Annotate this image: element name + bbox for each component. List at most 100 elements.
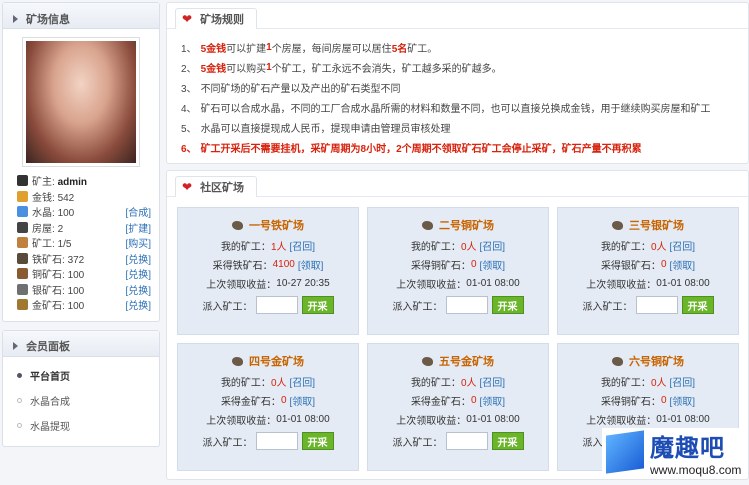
stat-action-link[interactable]: [兑换] <box>125 282 151 297</box>
recall-link[interactable]: [召回] <box>290 374 316 389</box>
menu-item-label: 水晶提现 <box>30 421 70 433</box>
ore-label: 采得银矿石： <box>600 261 661 272</box>
mine-title: 三号银矿场 <box>558 214 738 236</box>
claim-link[interactable]: [领取] <box>480 257 506 272</box>
last-claim-time: 01-01 08:00 <box>466 278 520 289</box>
send-label: 派入矿工： <box>202 301 253 313</box>
send-row: 派入矿工： 开采 <box>178 429 358 453</box>
ore-row: 采得铜矿石： 0 [领取] <box>558 391 738 410</box>
mine-name: 三号银矿场 <box>629 220 684 232</box>
start-mining-button[interactable]: 开采 <box>491 432 524 450</box>
rule-number: 2、 <box>181 63 197 75</box>
my-miners-count: 0人 <box>460 242 477 253</box>
stat-action-link[interactable]: [兑换] <box>125 297 151 312</box>
send-row: 派入矿工： 开采 <box>368 293 548 317</box>
stat-value: 铜矿石: 100 <box>32 270 85 282</box>
ore-row: 采得银矿石： 0 [领取] <box>558 255 738 274</box>
claim-link[interactable]: [领取] <box>480 393 506 408</box>
claim-link[interactable]: [领取] <box>670 393 696 408</box>
send-miners-input[interactable] <box>635 296 678 314</box>
send-row: 派入矿工： 开采 <box>178 293 358 317</box>
send-label: 派入矿工： <box>202 437 253 449</box>
stat-action-link[interactable]: [兑换] <box>125 251 151 266</box>
menu-item[interactable]: 水晶合成 <box>17 388 159 413</box>
my-miners-row: 我的矿工： 0人 [召回] <box>558 236 738 255</box>
recall-link[interactable]: [召回] <box>480 238 506 253</box>
send-miners-input[interactable] <box>255 296 298 314</box>
my-miners-count: 0人 <box>650 378 667 389</box>
member-panel: 会员面板 平台首页 水晶合成 水晶提现 <box>2 329 160 447</box>
stat-value: 矿主: admin <box>32 177 88 189</box>
menu-item[interactable]: 平台首页 <box>17 363 159 388</box>
mines-tab: ❤ 社区矿场 <box>175 175 258 197</box>
send-miners-input[interactable] <box>255 432 298 450</box>
my-miners-count: 1人 <box>270 242 287 253</box>
house-icon <box>17 221 28 233</box>
menu-item[interactable]: 水晶提现 <box>17 413 159 438</box>
arrow-right-icon <box>13 342 18 350</box>
recall-link[interactable]: [召回] <box>480 374 506 389</box>
rule-text: 矿工。 <box>407 43 438 55</box>
ore-icon <box>422 220 433 230</box>
mine-card: 三号银矿场我的矿工： 0人 [召回] 采得银矿石： 0 [领取] 上次领取收益： 01-01 … <box>557 207 739 335</box>
last-claim-row: 上次领取收益： 01-01 08:00 <box>368 410 548 429</box>
rules-header: ❤ 矿场规则 <box>167 3 748 29</box>
rule-number: 3、 <box>181 83 197 95</box>
stat-row: 矿工: 1/5 [购买] <box>17 235 151 251</box>
rules-tab: ❤ 矿场规则 <box>175 7 258 29</box>
stat-row: 水晶: 100 [合成] <box>17 204 151 220</box>
start-mining-button[interactable]: 开采 <box>681 296 714 314</box>
stat-row: 金矿石: 100 [兑换] <box>17 297 151 313</box>
cube-logo-icon <box>606 430 644 474</box>
claim-link[interactable]: [领取] <box>670 257 696 272</box>
watermark-logo: 魔趣吧 www.moqu8.com <box>602 428 742 477</box>
money-icon <box>17 190 28 202</box>
rule-text: 个矿工，矿工永远不会消失，矿工越多采的矿越多。 <box>271 63 502 75</box>
stat-action-link[interactable]: [购买] <box>125 235 151 250</box>
send-miners-input[interactable] <box>445 296 488 314</box>
main-content: ❤ 矿场规则 1、 5金钱 可以扩建 1 个房屋，每间房屋可以居住 5名 矿工。 2、 5金钱 可以… <box>166 2 749 480</box>
my-miners-label: 我的矿工： <box>220 378 271 389</box>
recall-link[interactable]: [召回] <box>290 238 316 253</box>
start-mining-button[interactable]: 开采 <box>301 432 334 450</box>
user-icon <box>17 175 28 187</box>
mines-header: ❤ 社区矿场 <box>167 171 748 197</box>
stat-action-link[interactable]: [合成] <box>125 204 151 219</box>
claim-link[interactable]: [领取] <box>290 393 316 408</box>
start-mining-button[interactable]: 开采 <box>301 296 334 314</box>
menu-item-label: 水晶合成 <box>30 396 70 408</box>
claim-link[interactable]: [领取] <box>298 257 324 272</box>
mine-card: 五号金矿场 我的矿工： 0人 [召回] 采得金矿石： 0 [领取] 上次领取收益： 01-01 … <box>367 343 549 471</box>
iron-ore-icon <box>17 252 28 264</box>
ore-value: 4100 <box>272 259 295 270</box>
last-claim-label: 上次领取收益： <box>396 280 467 291</box>
last-claim-row: 上次领取收益： 01-01 08:00 <box>558 274 738 293</box>
arrow-right-icon <box>13 14 18 23</box>
mines-title: 社区矿场 <box>200 181 245 194</box>
mine-title: 二号铜矿场 <box>368 214 548 236</box>
stat-action-link[interactable]: [兑换] <box>125 266 151 281</box>
recall-link[interactable]: [召回] <box>670 238 696 253</box>
last-claim-row: 上次领取收益： 01-01 08:00 <box>368 274 548 293</box>
mine-name: 四号金矿场 <box>249 356 304 368</box>
ore-row: 采得铁矿石： 4100 [领取] <box>178 255 358 274</box>
recall-link[interactable]: [召回] <box>670 374 696 389</box>
my-miners-label: 我的矿工： <box>410 242 461 253</box>
stat-value: 房屋: 2 <box>32 223 64 235</box>
avatar-image <box>26 41 136 163</box>
rule-item: 5、 水晶可以直接提现成人民币，提现申请由管理员审核处理 <box>181 117 748 137</box>
mine-name: 一号铁矿场 <box>249 220 304 232</box>
mine-title: 五号金矿场 <box>368 350 548 372</box>
ore-label: 采得铁矿石： <box>212 261 273 272</box>
start-mining-button[interactable]: 开采 <box>491 296 524 314</box>
last-claim-row: 上次领取收益： 01-01 08:00 <box>558 410 738 429</box>
last-claim-label: 上次领取收益： <box>206 416 277 427</box>
stat-action-link[interactable]: [扩建] <box>125 220 151 235</box>
send-row: 派入矿工： 开采 <box>368 429 548 453</box>
last-claim-row: 上次领取收益： 01-01 08:00 <box>178 410 358 429</box>
last-claim-label: 上次领取收益： <box>586 280 657 291</box>
ore-label: 采得铜矿石： <box>600 397 661 408</box>
send-miners-input[interactable] <box>445 432 488 450</box>
last-claim-time: 10-27 20:35 <box>276 278 330 289</box>
menu-item-label: 平台首页 <box>30 371 70 383</box>
